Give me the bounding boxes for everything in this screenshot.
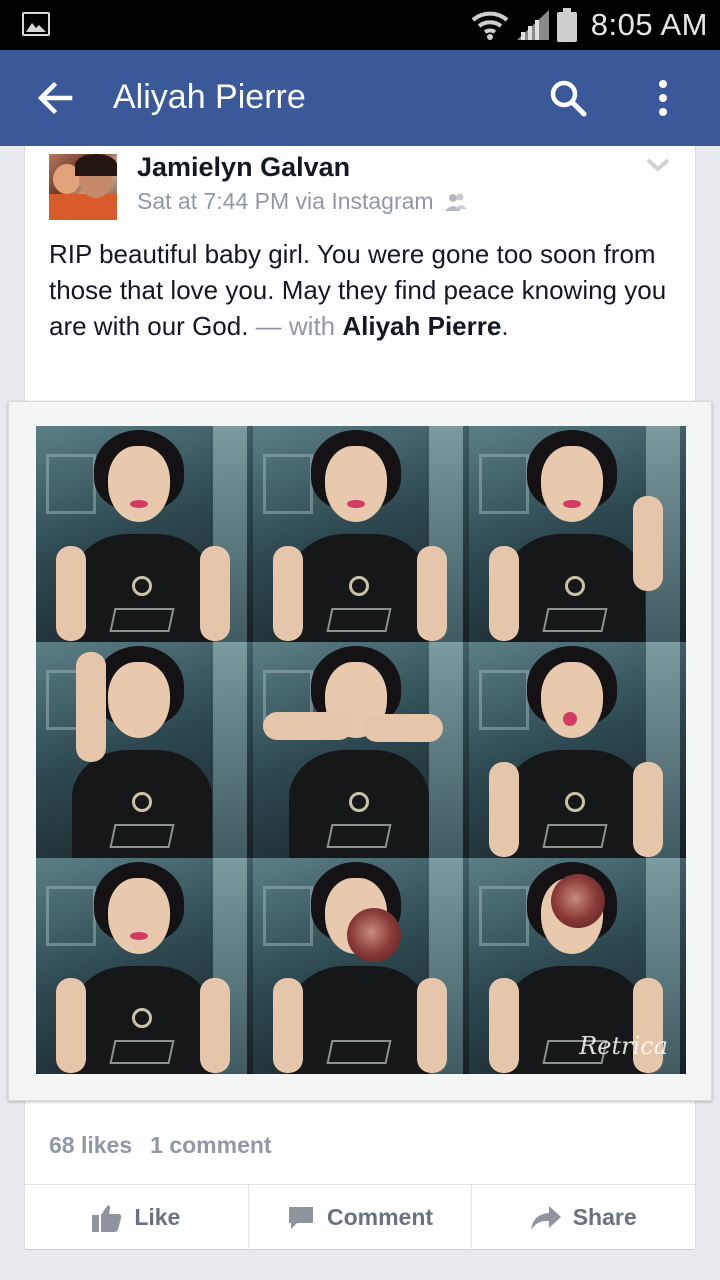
collage-tile — [469, 426, 686, 642]
back-arrow-icon[interactable] — [34, 76, 78, 120]
collage-tile — [36, 858, 253, 1074]
app-bar: Aliyah Pierre — [0, 50, 720, 146]
post-timestamp: Sat at 7:44 PM via Instagram — [137, 188, 434, 214]
photo-watermark: Retrica — [579, 1032, 668, 1060]
post-author[interactable]: Jamielyn Galvan — [137, 152, 350, 183]
collage-tile — [252, 642, 470, 858]
photo-collage: Retrica — [36, 426, 686, 1074]
post-stats: 68 likes 1 comment — [49, 1132, 272, 1159]
share-button[interactable]: Share — [472, 1185, 695, 1250]
page-title: Aliyah Pierre — [113, 78, 306, 116]
collage-tile — [252, 858, 470, 1074]
comment-label: Comment — [326, 1204, 434, 1230]
thumbs-up-icon — [92, 1204, 122, 1232]
period: . — [501, 311, 509, 341]
share-arrow-icon — [530, 1205, 561, 1230]
collage-tile: Retrica — [469, 858, 686, 1074]
clock: 8:05 AM — [590, 7, 708, 42]
wifi-icon — [471, 11, 509, 40]
more-vertical-icon[interactable] — [644, 76, 682, 120]
collage-tile — [252, 426, 470, 642]
gallery-icon — [22, 12, 50, 36]
comment-button[interactable]: Comment — [249, 1185, 473, 1250]
post-text: RIP beautiful baby girl. You were gone t… — [49, 236, 679, 344]
collage-tile — [469, 642, 686, 858]
like-label: Like — [134, 1204, 181, 1230]
comments-count[interactable]: 1 comment — [150, 1132, 271, 1159]
post-actions: Like Comment Share — [25, 1184, 695, 1250]
tagged-person[interactable]: Aliyah Pierre — [342, 311, 501, 341]
comment-icon — [288, 1206, 313, 1229]
share-label: Share — [572, 1204, 637, 1230]
with-label: — with — [248, 311, 343, 341]
post-meta: Sat at 7:44 PM via Instagram — [137, 188, 468, 215]
chevron-down-icon[interactable] — [645, 156, 671, 174]
collage-tile — [36, 426, 253, 642]
post-photo[interactable]: Retrica — [8, 401, 712, 1101]
friends-icon — [444, 193, 467, 211]
avatar[interactable] — [49, 154, 117, 220]
like-button[interactable]: Like — [25, 1185, 249, 1250]
signal-icon — [516, 10, 549, 40]
search-icon[interactable] — [546, 76, 590, 120]
battery-icon — [556, 8, 577, 42]
status-bar: 8:05 AM — [0, 0, 720, 50]
collage-tile — [36, 642, 253, 858]
likes-count[interactable]: 68 likes — [49, 1132, 132, 1159]
